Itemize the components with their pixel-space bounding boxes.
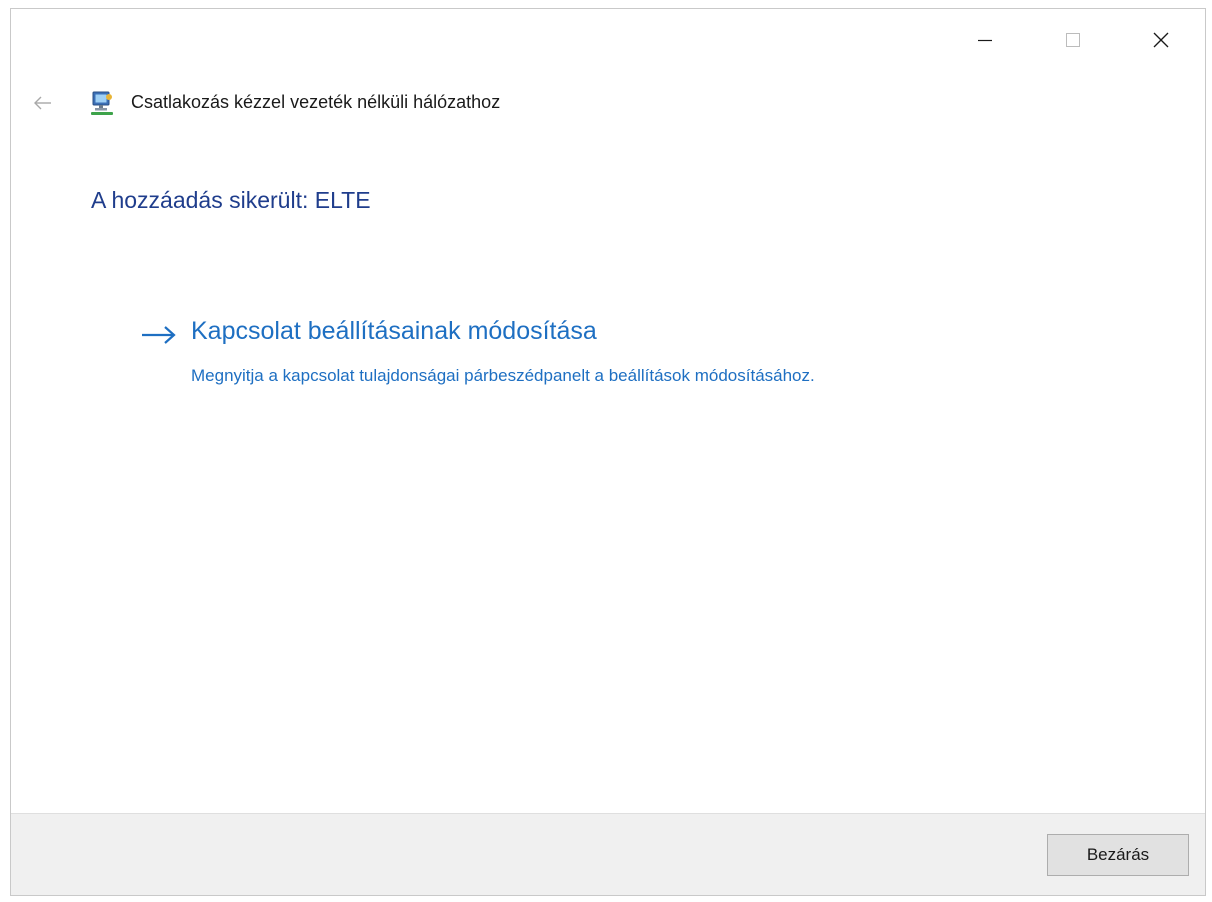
title-bar bbox=[11, 9, 1205, 71]
back-arrow-icon bbox=[34, 96, 51, 110]
task-title[interactable]: Kapcsolat beállításainak módosítása bbox=[191, 317, 597, 346]
network-icon bbox=[91, 91, 113, 115]
window-controls bbox=[941, 9, 1205, 71]
dialog-footer: Bezárás bbox=[11, 813, 1205, 895]
back-button[interactable] bbox=[29, 91, 57, 115]
minimize-button[interactable] bbox=[941, 9, 1029, 71]
maximize-button[interactable] bbox=[1029, 9, 1117, 71]
task-description[interactable]: Megnyitja a kapcsolat tulajdonságai párb… bbox=[191, 363, 891, 388]
window-title: Csatlakozás kézzel vezeték nélküli hálóz… bbox=[131, 92, 501, 112]
dialog-window: Csatlakozás kézzel vezeték nélküli hálóz… bbox=[10, 8, 1206, 896]
navigation-row: Csatlakozás kézzel vezeték nélküli hálóz… bbox=[11, 83, 1205, 123]
arrow-right-icon bbox=[142, 326, 176, 344]
close-button[interactable]: Bezárás bbox=[1047, 834, 1189, 876]
minimize-icon bbox=[978, 39, 992, 42]
close-icon bbox=[1153, 32, 1169, 48]
maximize-icon bbox=[1066, 33, 1080, 47]
close-window-button[interactable] bbox=[1117, 9, 1205, 71]
page-heading: A hozzáadás sikerült: ELTE bbox=[91, 187, 371, 213]
